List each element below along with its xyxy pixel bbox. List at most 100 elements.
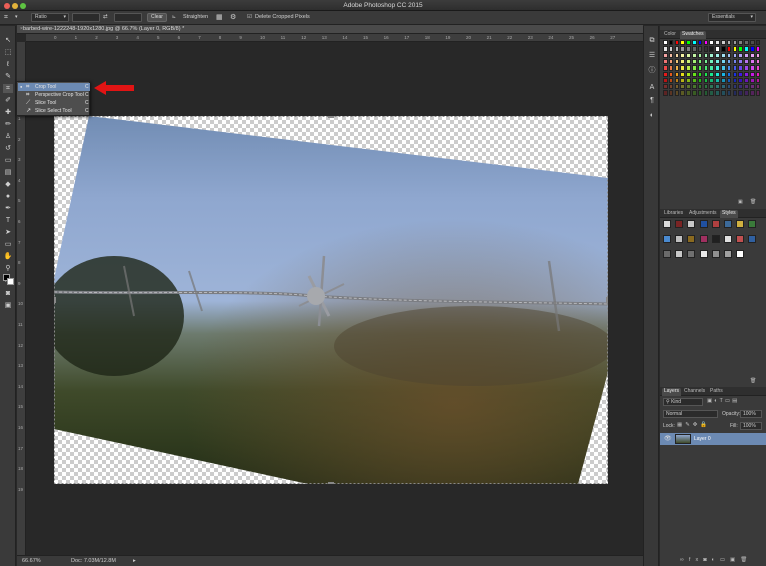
swatch[interactable] xyxy=(755,46,761,52)
dodge-tool-icon[interactable]: ● xyxy=(3,192,13,201)
brush-tool-icon[interactable]: ✏ xyxy=(3,120,13,129)
swatch[interactable] xyxy=(726,46,732,52)
swatch[interactable] xyxy=(738,90,743,96)
swatch[interactable] xyxy=(697,90,703,96)
swatch[interactable] xyxy=(674,65,680,71)
swatch[interactable] xyxy=(755,58,761,65)
swatch[interactable] xyxy=(755,77,761,84)
swatch[interactable] xyxy=(732,52,738,58)
flyout-item-slice-select-tool[interactable]: ↗ Slice Select Tool C xyxy=(18,107,90,115)
eye-icon[interactable]: 👁 xyxy=(664,435,672,442)
style-preset[interactable] xyxy=(736,250,745,258)
style-preset[interactable] xyxy=(663,235,671,243)
swatch[interactable] xyxy=(686,40,691,46)
swatch[interactable] xyxy=(692,52,697,58)
swatch[interactable] xyxy=(726,52,732,58)
overlay-grid-icon[interactable]: ▦ xyxy=(216,13,223,22)
styles-grid[interactable] xyxy=(663,220,763,270)
style-preset[interactable] xyxy=(675,250,684,258)
swatch[interactable] xyxy=(668,84,674,90)
quick-selection-tool-icon[interactable]: ✎ xyxy=(3,72,13,81)
swatch[interactable] xyxy=(715,77,720,84)
eraser-tool-icon[interactable]: ▭ xyxy=(3,156,13,165)
healing-brush-tool-icon[interactable]: ✚ xyxy=(3,108,13,117)
hand-tool-icon[interactable]: ✋ xyxy=(3,252,13,261)
style-preset[interactable] xyxy=(663,220,671,228)
swatch[interactable] xyxy=(732,40,738,46)
history-panel-icon[interactable]: ⧉ xyxy=(647,36,657,45)
style-preset[interactable] xyxy=(711,250,720,258)
swatch[interactable] xyxy=(715,40,720,46)
history-brush-tool-icon[interactable]: ↺ xyxy=(3,144,13,153)
swatch[interactable] xyxy=(755,84,761,90)
swatch[interactable] xyxy=(709,71,714,77)
swatch[interactable] xyxy=(663,84,668,90)
paragraph-panel-icon[interactable]: ¶ xyxy=(647,96,657,105)
swatch[interactable] xyxy=(674,58,680,65)
gradient-tool-icon[interactable]: ▤ xyxy=(3,168,13,177)
crop-handle-top[interactable] xyxy=(328,116,334,118)
style-preset[interactable] xyxy=(736,220,745,228)
preset-chevron-down-icon[interactable]: ▾ xyxy=(15,13,18,22)
tab-layers[interactable]: Layers xyxy=(662,388,682,396)
swatch[interactable] xyxy=(744,84,749,90)
swatch[interactable] xyxy=(692,58,697,65)
swatch[interactable] xyxy=(697,65,703,71)
swatch[interactable] xyxy=(726,77,732,84)
swatch[interactable] xyxy=(744,52,749,58)
swatch[interactable] xyxy=(750,84,755,90)
style-preset[interactable] xyxy=(675,220,684,228)
swatch[interactable] xyxy=(732,58,738,65)
swatch[interactable] xyxy=(715,58,720,65)
quick-mask-icon[interactable]: ◙ xyxy=(3,289,13,298)
blur-tool-icon[interactable]: ◆ xyxy=(3,180,13,189)
swatch[interactable] xyxy=(674,90,680,96)
swatch[interactable] xyxy=(703,46,709,52)
style-preset[interactable] xyxy=(724,250,732,258)
tab-libraries[interactable]: Libraries xyxy=(662,210,685,218)
swatch[interactable] xyxy=(744,46,749,52)
swatch[interactable] xyxy=(680,77,685,84)
swatch[interactable] xyxy=(721,40,726,46)
crop-handle-left[interactable] xyxy=(54,297,56,303)
background-color-swatch[interactable] xyxy=(7,278,14,285)
swatch[interactable] xyxy=(744,40,749,46)
swatch[interactable] xyxy=(703,71,709,77)
swatch[interactable] xyxy=(686,65,691,71)
swatch[interactable] xyxy=(750,65,755,71)
vertical-ruler[interactable]: 1 2 3 4 5 6 7 8 9 10 11 12 13 14 15 16 17 18 19 xyxy=(17,42,26,555)
swatch[interactable] xyxy=(709,58,714,65)
width-ratio-input[interactable] xyxy=(72,13,100,22)
fill-input[interactable]: 100% xyxy=(740,422,762,430)
swatch[interactable] xyxy=(668,71,674,77)
swatch[interactable] xyxy=(738,58,743,65)
properties-panel-icon[interactable]: ☰ xyxy=(647,51,657,60)
style-preset[interactable] xyxy=(736,235,745,243)
swatch[interactable] xyxy=(703,52,709,58)
swatch[interactable] xyxy=(703,90,709,96)
swatch[interactable] xyxy=(703,58,709,65)
tab-styles[interactable]: Styles xyxy=(720,210,738,218)
crop-handle-right[interactable] xyxy=(606,297,608,303)
horizontal-ruler[interactable]: 0 1 2 3 4 5 6 7 8 9 10 11 12 13 14 15 16 17 18 19 20 21 22 23 24… xyxy=(26,34,643,42)
swatch[interactable] xyxy=(663,46,668,52)
swatch[interactable] xyxy=(726,65,732,71)
height-ratio-input[interactable] xyxy=(114,13,142,22)
crop-handle-bottom[interactable] xyxy=(328,482,334,484)
swatch[interactable] xyxy=(680,46,685,52)
swatch[interactable] xyxy=(686,84,691,90)
document-tab[interactable]: × barbed-wire-1222248-1920x1280.jpg @ 66… xyxy=(17,25,643,34)
crop-tool-preset-icon[interactable]: ⌗ xyxy=(4,13,8,22)
style-preset[interactable] xyxy=(699,220,708,228)
swatch[interactable] xyxy=(663,40,668,46)
swatch[interactable] xyxy=(732,77,738,84)
swatch[interactable] xyxy=(686,46,691,52)
tab-swatches[interactable]: Swatches xyxy=(680,31,706,39)
swatch[interactable] xyxy=(668,77,674,84)
opacity-input[interactable]: 100% xyxy=(740,410,762,418)
tab-paths[interactable]: Paths xyxy=(708,388,725,396)
swatch[interactable] xyxy=(715,71,720,77)
swatch[interactable] xyxy=(668,46,674,52)
swatch[interactable] xyxy=(715,90,720,96)
swatch[interactable] xyxy=(680,65,685,71)
